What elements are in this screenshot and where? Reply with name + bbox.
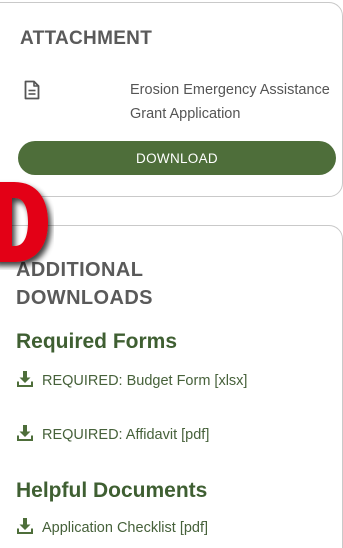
attachment-row: Erosion Emergency Assistance Grant Appli… [16, 78, 343, 128]
attachment-title: ATTACHMENT [20, 28, 153, 49]
download-link-label: REQUIRED: Budget Form [xlsx] [42, 373, 248, 389]
download-icon [16, 424, 34, 442]
additional-downloads-title-line2: DOWNLOADS [16, 287, 153, 309]
document-icon [24, 80, 40, 100]
red-letter-overlay [0, 178, 54, 270]
page: ATTACHMENT Erosion Emergency Assistance … [0, 0, 343, 548]
attachment-file-link[interactable]: Erosion Emergency Assistance Grant Appli… [130, 78, 340, 126]
section-heading-helpful-documents: Helpful Documents [16, 479, 208, 502]
download-icon [16, 370, 34, 388]
download-link-label: REQUIRED: Affidavit [pdf] [42, 427, 210, 443]
download-icon [16, 517, 34, 535]
download-button[interactable]: DOWNLOAD [18, 141, 336, 175]
download-link-label: Application Checklist [pdf] [42, 520, 209, 536]
download-link-affidavit[interactable]: REQUIRED: Affidavit [pdf] [16, 424, 209, 446]
download-link-application-checklist[interactable]: Application Checklist [pdf] [16, 517, 208, 539]
download-link-budget-form[interactable]: REQUIRED: Budget Form [xlsx] [16, 370, 247, 392]
section-heading-required-forms: Required Forms [16, 330, 178, 353]
